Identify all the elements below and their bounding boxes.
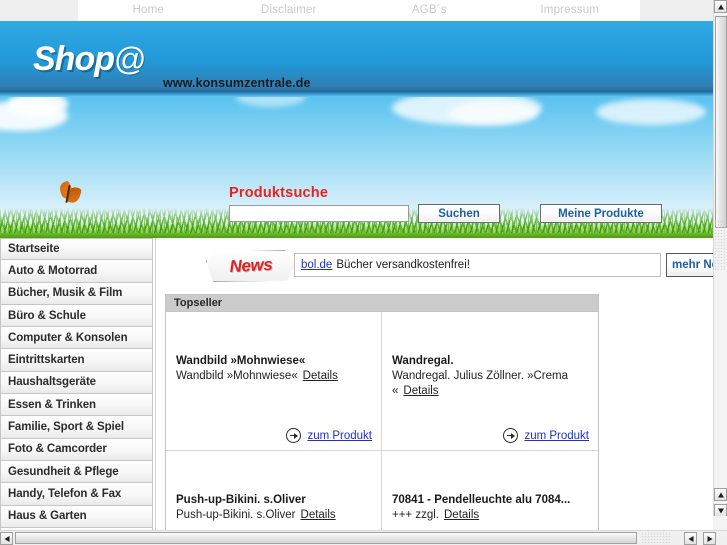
topseller-header: Topseller (166, 295, 598, 312)
triangle-left-icon (4, 535, 9, 542)
topseller-row: Wandbild »Mohnwiese« Wandbild »Mohnwiese… (166, 312, 598, 450)
scroll-track-texture (714, 220, 727, 270)
search-submit-button[interactable]: Suchen (418, 204, 500, 223)
scroll-up-button-lower[interactable] (714, 488, 727, 501)
cloud-shape (448, 101, 538, 125)
product-description: +++ zzgl. (392, 509, 439, 521)
product-footer: zum Produkt (286, 428, 372, 443)
sidebar-item-essen-trinken[interactable]: Essen & Trinken (0, 394, 153, 417)
triangle-right-icon (707, 535, 712, 542)
sidebar-item-label: Startseite (8, 243, 60, 256)
sidebar-item-buecher-musik-film[interactable]: Bücher, Musik & Film (0, 282, 153, 305)
nav-item-impressum[interactable]: Impressum (500, 0, 641, 21)
sidebar-item-label: Handy, Telefon & Fax (8, 487, 122, 500)
sidebar-item-foto-camcorder[interactable]: Foto & Camcorder (0, 438, 153, 461)
sidebar-item-label: Büro & Schule (8, 309, 86, 322)
product-card[interactable]: Wandregal. Wandregal. Julius Zöllner. »C… (382, 312, 598, 450)
sidebar-item-label: Gesundheit & Pflege (8, 465, 119, 478)
logo-at-symbol: @ (113, 41, 147, 77)
product-details-link[interactable]: Details (444, 509, 479, 521)
sidebar-item-label: Familie, Sport & Spiel (8, 421, 125, 434)
sidebar-item-handy-telefon-fax[interactable]: Handy, Telefon & Fax (0, 483, 153, 506)
product-details-link[interactable]: Details (303, 370, 338, 382)
scroll-track-texture (641, 532, 671, 544)
vertical-scroll-thumb[interactable] (715, 16, 727, 228)
top-navigation-bar: Home Disclaimer AGB´s Impressum (0, 0, 713, 21)
news-bar: News bol.de Bücher versandkostenfrei! meh… (156, 250, 722, 286)
browser-page: Home Disclaimer AGB´s Impressum Shop@ ww… (0, 0, 727, 545)
main-column: News bol.de Bücher versandkostenfrei! meh… (155, 238, 722, 545)
news-badge-label: News (229, 254, 273, 277)
category-sidebar: Startseite Auto & Motorrad Bücher, Musik… (0, 238, 155, 545)
site-url: www.konsumzentrale.de (163, 76, 311, 90)
sidebar-item-buero-schule[interactable]: Büro & Schule (0, 304, 153, 328)
cloud-shape (236, 97, 306, 107)
content-area: Startseite Auto & Motorrad Bücher, Musik… (0, 238, 722, 545)
triangle-left-icon (688, 535, 693, 542)
logo-text: Shop (33, 40, 115, 78)
sidebar-item-gesundheit-pflege[interactable]: Gesundheit & Pflege (0, 460, 153, 484)
sidebar-item-label: Haus & Garten (8, 510, 87, 523)
to-product-link[interactable]: zum Produkt (524, 430, 589, 442)
sidebar-item-label: Essen & Trinken (8, 398, 96, 411)
sidebar-item-label: Bücher, Musik & Film (8, 287, 123, 300)
product-title: Wandregal. (392, 355, 454, 367)
nav-item-home[interactable]: Home (78, 0, 219, 21)
news-badge: News (206, 250, 296, 282)
horizontal-scroll-thumb[interactable] (15, 532, 637, 544)
brand-header: Shop@ www.konsumzentrale.de (0, 21, 713, 97)
sidebar-item-label: Foto & Camcorder (8, 443, 107, 456)
sidebar-item-auto-motorrad[interactable]: Auto & Motorrad (0, 260, 153, 283)
scrollbar-corner (713, 516, 727, 530)
sidebar-item-startseite[interactable]: Startseite (0, 238, 153, 261)
search-input[interactable] (229, 205, 409, 222)
top-navigation-links: Home Disclaimer AGB´s Impressum (78, 0, 640, 21)
product-details-link[interactable]: Details (403, 385, 438, 397)
sidebar-item-label: Auto & Motorrad (8, 264, 98, 277)
scroll-left-button-end[interactable] (684, 532, 697, 545)
sidebar-item-computer-konsolen[interactable]: Computer & Konsolen (0, 327, 153, 350)
product-details-link[interactable]: Details (301, 509, 336, 521)
nav-item-agb[interactable]: AGB´s (359, 0, 500, 21)
sidebar-item-label: Computer & Konsolen (8, 331, 128, 344)
product-description: Push-up-Bikini. s.Oliver (176, 509, 296, 521)
product-footer: zum Produkt (503, 428, 589, 443)
site-logo[interactable]: Shop@ (33, 40, 147, 79)
triangle-up-icon (717, 4, 724, 9)
product-title: Wandbild »Mohnwiese« (176, 355, 306, 367)
sidebar-item-label: Eintrittskarten (8, 354, 85, 367)
news-link-bolde[interactable]: bol.de (301, 259, 332, 271)
news-ticker-text: Bücher versandkostenfrei! (336, 259, 470, 271)
nav-item-disclaimer[interactable]: Disclaimer (219, 0, 360, 21)
sidebar-item-eintrittskarten[interactable]: Eintrittskarten (0, 349, 153, 372)
scroll-right-button[interactable] (703, 532, 716, 545)
horizontal-scrollbar[interactable] (0, 530, 727, 545)
orange-butterfly-icon (57, 180, 82, 206)
vertical-scrollbar[interactable] (713, 0, 727, 531)
to-product-link[interactable]: zum Produkt (307, 430, 372, 442)
triangle-up-icon (717, 492, 724, 497)
sidebar-item-familie-sport-spiel[interactable]: Familie, Sport & Spiel (0, 416, 153, 439)
arrow-right-circle-icon (286, 428, 302, 443)
product-search-title: Produktsuche (229, 185, 329, 201)
scroll-left-button[interactable] (0, 532, 13, 545)
product-description: Wandbild »Mohnwiese« (176, 370, 298, 382)
product-title: Push-up-Bikini. s.Oliver (176, 494, 306, 506)
sidebar-item-haushaltsgeraete[interactable]: Haushaltsgeräte (0, 371, 153, 395)
product-card[interactable]: Wandbild »Mohnwiese« Wandbild »Mohnwiese… (166, 312, 382, 450)
cloud-shape (596, 99, 706, 125)
my-products-button[interactable]: Meine Produkte (540, 204, 662, 223)
topseller-panel: Topseller Wandbild »Mohnwiese« Wandbild … (165, 294, 599, 545)
arrow-right-circle-icon (503, 428, 519, 443)
sidebar-item-haus-garten[interactable]: Haus & Garten (0, 505, 153, 528)
sidebar-item-label: Haushaltsgeräte (8, 376, 96, 389)
product-title: 70841 - Pendelleuchte alu 7084... (392, 494, 571, 506)
scroll-up-button[interactable] (714, 0, 727, 13)
news-ticker: bol.de Bücher versandkostenfrei! (294, 253, 661, 277)
triangle-down-icon (717, 508, 724, 513)
